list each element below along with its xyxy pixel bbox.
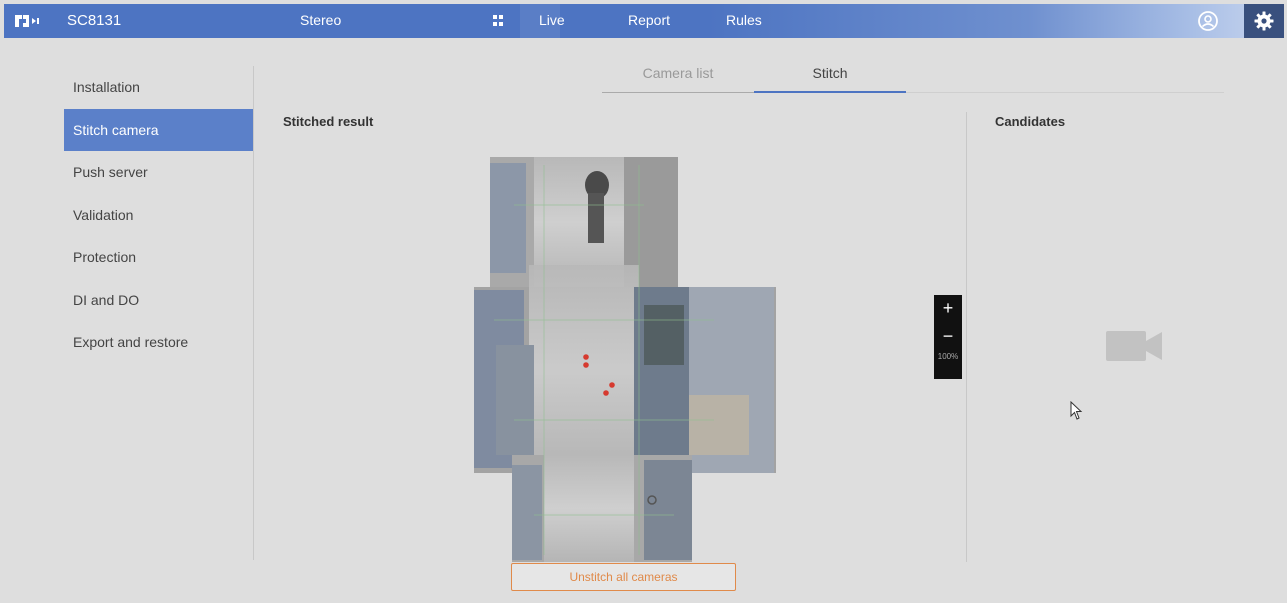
tab-bar: Camera list Stitch	[602, 60, 906, 93]
sidebar-item-di-and-do[interactable]: DI and DO	[64, 279, 253, 322]
sidebar: Installation Stitch camera Push server V…	[64, 66, 253, 364]
nav-rules[interactable]: Rules	[726, 12, 762, 28]
zoom-in-button[interactable]: +	[934, 298, 962, 318]
vivotek-logo[interactable]	[13, 12, 43, 30]
sidebar-item-protection[interactable]: Protection	[64, 236, 253, 279]
zoom-out-button[interactable]: −	[934, 326, 962, 346]
stitched-result-title: Stitched result	[283, 114, 374, 129]
user-icon[interactable]	[1197, 10, 1219, 32]
mouse-cursor-icon	[1070, 401, 1083, 420]
grid-icon[interactable]	[493, 15, 504, 26]
sidebar-divider	[253, 66, 254, 560]
mode-stereo[interactable]: Stereo	[300, 12, 341, 28]
settings-button[interactable]	[1244, 4, 1284, 38]
camera-model: SC8131	[67, 12, 122, 29]
stitched-map	[474, 157, 776, 562]
stitch-camera-page: SC8131 Stereo Live Report Rules Installa…	[0, 0, 1287, 603]
tab-camera-list[interactable]: Camera list	[602, 60, 754, 93]
gear-icon	[1254, 11, 1274, 31]
sidebar-item-installation[interactable]: Installation	[64, 66, 253, 109]
sidebar-item-stitch-camera[interactable]: Stitch camera	[64, 108, 253, 151]
zoom-control: + − 100%	[934, 295, 962, 379]
sidebar-item-push-server[interactable]: Push server	[64, 151, 253, 194]
candidates-divider	[966, 112, 967, 562]
tab-underline	[906, 92, 1224, 93]
nav-report[interactable]: Report	[628, 12, 670, 28]
sidebar-item-validation[interactable]: Validation	[64, 194, 253, 237]
top-bar: SC8131 Stereo Live Report Rules	[4, 4, 1284, 38]
nav-live[interactable]: Live	[539, 12, 565, 28]
unstitch-all-cameras-button[interactable]: Unstitch all cameras	[511, 563, 736, 591]
zoom-level: 100%	[937, 352, 959, 361]
tab-stitch[interactable]: Stitch	[754, 60, 906, 93]
stitched-result-image[interactable]	[474, 155, 776, 562]
candidates-title: Candidates	[995, 114, 1066, 129]
camera-placeholder-icon	[1106, 331, 1162, 361]
sidebar-item-export-and-restore[interactable]: Export and restore	[64, 321, 253, 364]
